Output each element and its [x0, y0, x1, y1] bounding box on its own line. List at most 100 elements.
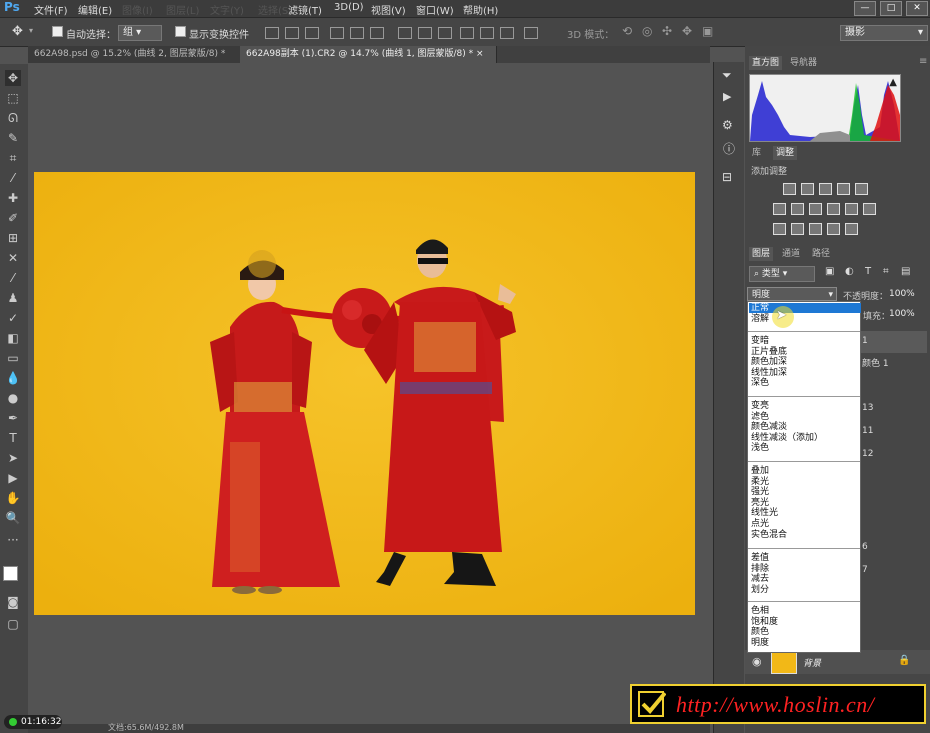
eraser-tool-icon[interactable]: ◧: [5, 330, 21, 346]
panel-menu-icon[interactable]: ≡: [919, 56, 927, 67]
tab-layers[interactable]: 图层: [749, 247, 774, 261]
tab-document-1[interactable]: 662A98.psd @ 15.2% (曲线 2, 图层蒙版/8) * ×: [28, 46, 241, 76]
pen-tool-icon[interactable]: ✒: [5, 410, 21, 426]
blend-mode-option[interactable]: 亮光: [751, 498, 857, 508]
blend-mode-option[interactable]: 排除: [751, 564, 857, 574]
pan-3d-icon[interactable]: ✣: [662, 24, 672, 38]
blend-mode-option[interactable]: 滤色: [751, 412, 857, 422]
blend-mode-option[interactable]: 深色: [751, 378, 857, 388]
blend-mode-option[interactable]: 变亮: [751, 401, 857, 411]
blend-mode-option[interactable]: 强光: [751, 487, 857, 497]
dodge-tool-icon[interactable]: ●: [5, 390, 21, 406]
tab-histogram[interactable]: 直方图: [749, 56, 783, 70]
distribute-hcenter-icon[interactable]: [480, 27, 494, 39]
blend-mode-option[interactable]: 减去: [751, 574, 857, 584]
filter-smart-icon[interactable]: ▤: [901, 266, 910, 277]
align-top-icon[interactable]: [265, 27, 279, 39]
roll-3d-icon[interactable]: ◎: [642, 24, 652, 38]
tab-adjustments[interactable]: 调整: [773, 146, 798, 160]
auto-select-checkbox[interactable]: [52, 26, 63, 38]
chevron-down-icon[interactable]: ▾: [29, 26, 33, 35]
blend-mode-option[interactable]: 饱和度: [751, 617, 857, 627]
gradient-tool-icon[interactable]: ▭: [5, 350, 21, 366]
photo-filter-icon[interactable]: [827, 203, 840, 215]
distribute-left-icon[interactable]: [460, 27, 474, 39]
background-layer-row[interactable]: ◉ 背景 🔒: [745, 650, 930, 674]
eyedropper-tool-icon[interactable]: ⁄: [5, 170, 21, 186]
brush-2-tool-icon[interactable]: ⁄: [5, 270, 21, 286]
tab-channels[interactable]: 通道: [779, 247, 803, 261]
show-transform-checkbox[interactable]: [175, 26, 186, 38]
blend-mode-option[interactable]: 正片叠底: [751, 347, 857, 357]
visibility-eye-icon[interactable]: ◉: [752, 655, 762, 668]
align-vcenter-icon[interactable]: [285, 27, 299, 39]
blend-mode-option[interactable]: 浅色: [751, 443, 857, 453]
rotate-3d-icon[interactable]: ⟲: [622, 24, 632, 38]
path-select-tool-icon[interactable]: ➤: [5, 450, 21, 466]
brightness-contrast-icon[interactable]: [783, 183, 796, 195]
screen-mode-icon[interactable]: ▢: [5, 616, 21, 632]
vibrance-icon[interactable]: [855, 183, 868, 195]
menu-edit[interactable]: 编辑(E): [78, 2, 112, 17]
filter-type-icon[interactable]: T: [865, 266, 871, 277]
slide-3d-icon[interactable]: ✥: [682, 24, 692, 38]
blend-mode-option[interactable]: 叠加: [751, 466, 857, 476]
blend-mode-option[interactable]: 颜色加深: [751, 357, 857, 367]
fill-value[interactable]: 100%: [889, 309, 915, 319]
blend-mode-option[interactable]: 明度: [751, 638, 857, 648]
properties-panel-icon[interactable]: ⚙: [722, 118, 733, 132]
brush-tool-icon[interactable]: ✐: [5, 210, 21, 226]
black-white-icon[interactable]: [809, 203, 822, 215]
close-tab-icon[interactable]: ×: [476, 49, 484, 59]
blend-mode-option[interactable]: 点光: [751, 519, 857, 529]
foreground-color-swatch[interactable]: [3, 566, 18, 581]
auto-select-target-select[interactable]: 组 ▾: [118, 25, 162, 41]
menu-view[interactable]: 视图(V): [371, 2, 406, 17]
shape-tool-icon[interactable]: ▶: [5, 470, 21, 486]
zoom-tool-icon[interactable]: 🔍: [5, 510, 21, 526]
levels-icon[interactable]: [801, 183, 814, 195]
minimize-button[interactable]: —: [854, 1, 876, 16]
clone-stamp-tool-icon[interactable]: ⊞: [5, 230, 21, 246]
type-tool-icon[interactable]: T: [5, 430, 21, 446]
blur-tool-icon[interactable]: 💧: [5, 370, 21, 386]
blend-mode-option[interactable]: 柔光: [751, 477, 857, 487]
hand-tool-icon[interactable]: ✋: [5, 490, 21, 506]
blend-mode-select[interactable]: 明度 ▾: [747, 287, 837, 301]
move-tool-icon[interactable]: ✥: [5, 70, 21, 86]
blend-mode-option[interactable]: 线性光: [751, 508, 857, 518]
lasso-tool-icon[interactable]: ᘏ: [5, 110, 21, 126]
spot-healing-tool-icon[interactable]: ✚: [5, 190, 21, 206]
align-hcenter-icon[interactable]: [350, 27, 364, 39]
menu-image[interactable]: 图像(I): [122, 2, 153, 17]
curves-icon[interactable]: [819, 183, 832, 195]
blend-mode-option[interactable]: 线性减淡（添加）: [751, 433, 857, 443]
filter-pixel-icon[interactable]: ▣: [825, 266, 834, 277]
menu-file[interactable]: 文件(F): [34, 2, 68, 17]
menu-window[interactable]: 窗口(W): [416, 2, 454, 17]
invert-icon[interactable]: [773, 223, 786, 235]
blend-mode-option[interactable]: 溶解: [751, 314, 857, 324]
color-balance-icon[interactable]: [791, 203, 804, 215]
scale-3d-icon[interactable]: ▣: [702, 24, 713, 38]
more-tools-icon[interactable]: ···: [5, 532, 21, 548]
marquee-tool-icon[interactable]: ⬚: [5, 90, 21, 106]
tab-paths[interactable]: 路径: [809, 247, 833, 261]
filter-shape-icon[interactable]: ⌗: [883, 266, 889, 277]
selective-color-icon[interactable]: [827, 223, 840, 235]
menu-3d[interactable]: 3D(D): [334, 2, 364, 13]
channel-mixer-icon[interactable]: [845, 203, 858, 215]
maximize-button[interactable]: □: [880, 1, 902, 16]
hue-saturation-icon[interactable]: [773, 203, 786, 215]
opacity-value[interactable]: 100%: [889, 289, 915, 299]
close-button[interactable]: ✕: [906, 1, 928, 16]
distribute-top-icon[interactable]: [398, 27, 412, 39]
color-lookup-icon[interactable]: [863, 203, 876, 215]
blend-mode-option[interactable]: 正常: [749, 303, 861, 313]
tab-library[interactable]: 库: [749, 146, 764, 160]
blend-mode-option[interactable]: 变暗: [751, 336, 857, 346]
wedding-photo-canvas[interactable]: [34, 172, 695, 615]
move-tool-icon[interactable]: ✥: [12, 24, 23, 39]
posterize-icon[interactable]: [791, 223, 804, 235]
distribute-vcenter-icon[interactable]: [418, 27, 432, 39]
